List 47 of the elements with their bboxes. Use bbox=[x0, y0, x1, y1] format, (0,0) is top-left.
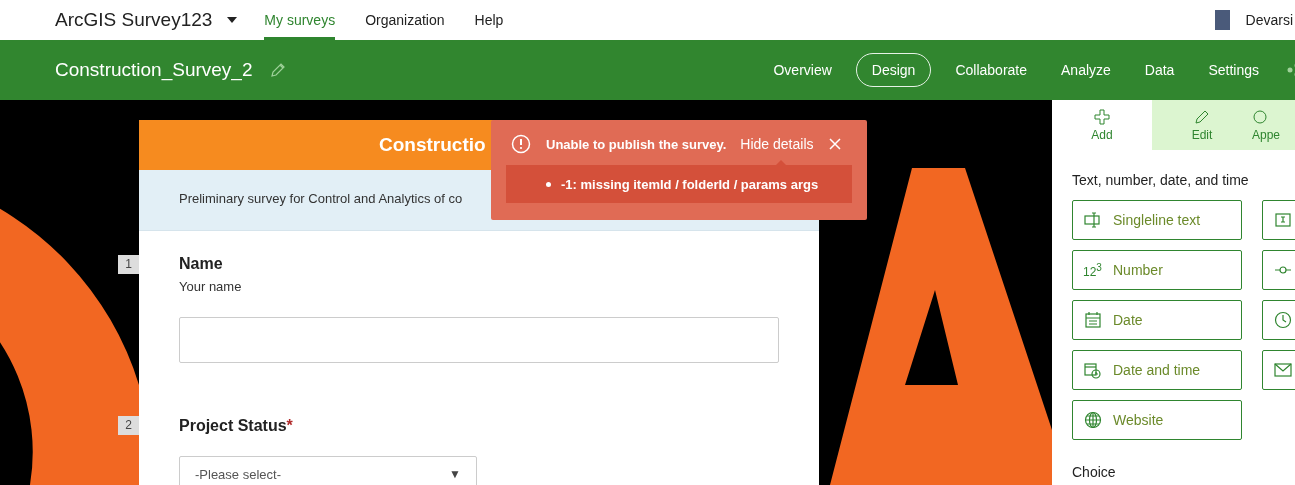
nav-link[interactable]: Organization bbox=[365, 0, 445, 40]
section-heading: Text, number, date, and time bbox=[1072, 172, 1250, 188]
calendar-icon bbox=[1083, 310, 1103, 330]
section-heading: Choice bbox=[1072, 464, 1117, 480]
error-message: Unable to publish the survey. bbox=[546, 136, 727, 152]
circle-icon bbox=[1252, 108, 1268, 125]
pencil-icon[interactable] bbox=[269, 62, 286, 78]
warning-icon bbox=[511, 134, 531, 154]
user-name[interactable]: Devarsi bbox=[1245, 12, 1293, 28]
nav-link[interactable]: Help bbox=[474, 0, 504, 40]
plus-icon bbox=[1094, 108, 1110, 125]
pencil-icon bbox=[1194, 108, 1210, 125]
question-label: Project Status bbox=[179, 417, 287, 434]
globe-icon bbox=[1083, 410, 1103, 430]
question-label: Name bbox=[179, 255, 223, 272]
number-icon: 12$^{3}$ bbox=[1083, 262, 1103, 278]
survey-tab[interactable]: Settings bbox=[1198, 53, 1269, 87]
survey-title: Construction_Survey_2 bbox=[55, 59, 253, 81]
panel-tab[interactable]: Appe bbox=[1252, 100, 1295, 150]
input-field[interactable] bbox=[179, 317, 779, 363]
panel-tab[interactable]: Edit bbox=[1152, 100, 1252, 150]
error-detail: -1: missing itemId / folderId / params args bbox=[561, 176, 819, 192]
question-type-button[interactable]: 12$^{3}$ Number bbox=[1072, 250, 1242, 290]
survey-tab[interactable]: Collaborate bbox=[945, 53, 1037, 87]
survey-tab[interactable]: Overview bbox=[763, 53, 842, 87]
question-type-button[interactable]: Date bbox=[1072, 300, 1242, 340]
text-cursor-icon bbox=[1083, 210, 1103, 230]
app-name[interactable]: ArcGIS Survey123 bbox=[55, 9, 213, 31]
text-box-icon bbox=[1273, 210, 1293, 230]
clock-icon bbox=[1273, 310, 1293, 330]
select-dropdown[interactable]: -Please select- ▼ bbox=[179, 456, 477, 485]
calendar-clock-icon bbox=[1083, 360, 1103, 380]
survey-tab[interactable]: Data bbox=[1134, 53, 1185, 87]
avatar-photo-placeholder[interactable] bbox=[1214, 10, 1230, 30]
envelope-icon bbox=[1273, 360, 1293, 380]
question-number[interactable]: 1 bbox=[118, 255, 139, 274]
bullet-icon bbox=[546, 181, 551, 187]
survey-tab[interactable]: Analyze bbox=[1051, 53, 1121, 87]
required-mark: * bbox=[286, 417, 293, 434]
question-type-button[interactable]: Website bbox=[1072, 400, 1242, 440]
caret-icon[interactable] bbox=[227, 17, 238, 23]
close-icon[interactable] bbox=[828, 138, 841, 150]
hide-details-link[interactable]: Hide details bbox=[740, 136, 814, 152]
question-type-button[interactable]: Singleline text bbox=[1072, 200, 1242, 240]
question-type-button[interactable]: Date and time bbox=[1072, 350, 1242, 390]
question-number[interactable]: 2 bbox=[118, 416, 139, 435]
question-hint: Your name bbox=[179, 279, 243, 294]
